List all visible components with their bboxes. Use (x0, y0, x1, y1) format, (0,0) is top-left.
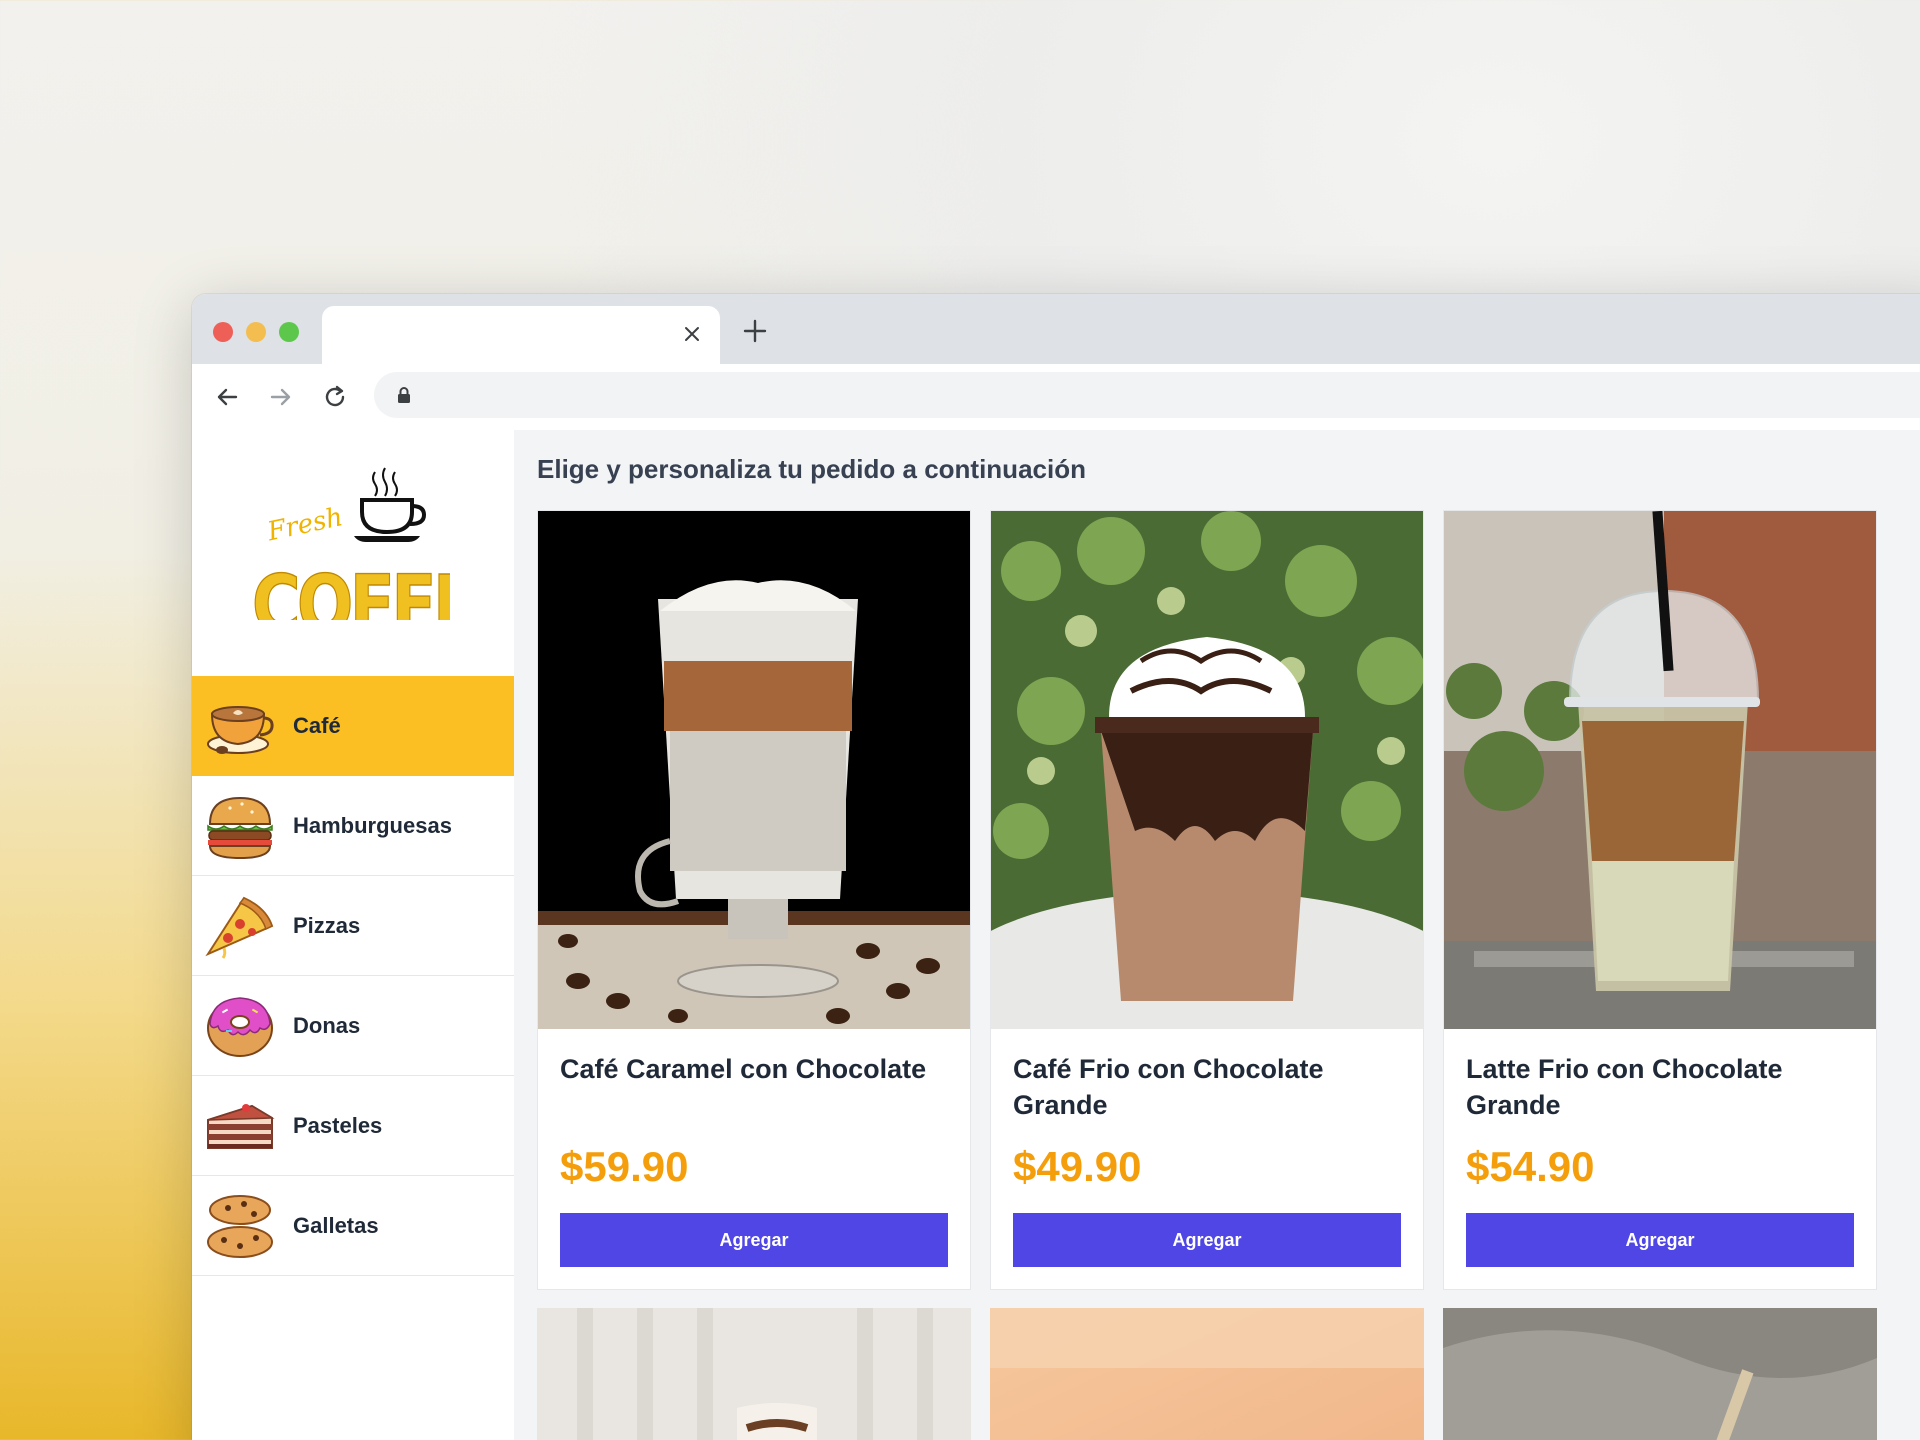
category-item-pasteles[interactable]: Pasteles (192, 1076, 514, 1176)
add-to-order-button[interactable]: Agregar (1013, 1213, 1401, 1267)
product-price: $59.90 (560, 1143, 689, 1190)
product-area: Elige y personaliza tu pedido a continua… (514, 430, 1920, 1440)
address-bar[interactable] (374, 372, 1920, 418)
category-item-cafe[interactable]: Café (192, 676, 514, 776)
add-to-order-button[interactable]: Agregar (1466, 1213, 1854, 1267)
category-label: Galletas (293, 1212, 379, 1238)
browser-toolbar (192, 364, 1920, 430)
product-name: Café Caramel con Chocolate (560, 1054, 927, 1084)
category-item-galletas[interactable]: Galletas (192, 1176, 514, 1276)
donut-icon (207, 996, 273, 1057)
product-price: $54.90 (1466, 1143, 1595, 1190)
product-card: Café Frio con Chocolate Grande $49.90 Ag… (990, 510, 1424, 1290)
lock-icon (398, 387, 410, 403)
category-label: Donas (293, 1012, 361, 1038)
svg-text:COFFEE: COFFEE (252, 558, 450, 620)
svg-text:Fresh: Fresh (264, 502, 346, 547)
back-arrow-icon[interactable] (212, 382, 242, 412)
page-title: Elige y personaliza tu pedido a continua… (537, 454, 1086, 484)
product-card-partial (537, 1308, 971, 1440)
product-card: Latte Frio con Chocolate Grande $54.90 A… (1443, 510, 1877, 1290)
category-label: Café (293, 712, 341, 738)
product-image-partial-3 (1443, 1308, 1877, 1440)
product-price: $49.90 (1013, 1143, 1142, 1190)
tab-bar (192, 294, 1920, 364)
category-sidebar: Fresh COFFEE Café (192, 430, 514, 1440)
new-tab-icon[interactable] (740, 316, 770, 346)
maximize-window-button[interactable] (279, 322, 299, 342)
product-image-layered-latte (538, 511, 970, 1029)
product-card-partial (990, 1308, 1424, 1440)
pizza-slice-icon (205, 896, 274, 959)
browser-tab[interactable] (322, 306, 720, 364)
category-item-donas[interactable]: Donas (192, 976, 514, 1076)
product-image-partial-1 (537, 1308, 971, 1440)
close-tab-icon[interactable] (680, 322, 704, 346)
hamburger-icon (207, 796, 273, 859)
add-to-order-button[interactable]: Agregar (560, 1213, 948, 1267)
category-label: Pizzas (293, 912, 361, 938)
close-window-button[interactable] (213, 322, 233, 342)
product-image-iced-latte (1444, 511, 1876, 1029)
category-label: Hamburguesas (293, 812, 452, 838)
product-image-partial-2 (990, 1308, 1424, 1440)
fresh-coffee-logo: Fresh COFFEE (251, 467, 450, 620)
category-item-hamburguesas[interactable]: Hamburguesas (192, 776, 514, 876)
product-card-partial (1443, 1308, 1877, 1440)
cake-icon (207, 1103, 275, 1149)
product-image-chocolate-frappe (991, 511, 1423, 1029)
product-name: Latte Frio con Chocolate Grande (1466, 1054, 1783, 1120)
category-label: Pasteles (293, 1112, 383, 1138)
forward-arrow-icon[interactable] (266, 382, 296, 412)
category-item-pizzas[interactable]: Pizzas (192, 876, 514, 976)
product-card: Café Caramel con Chocolate $59.90 Agrega… (537, 510, 971, 1290)
product-name: Café Frio con Chocolate Grande (1013, 1054, 1324, 1120)
cookies-icon (207, 1194, 273, 1258)
browser-window: Fresh COFFEE Café (192, 294, 1920, 1440)
page-content: Fresh COFFEE Café (192, 430, 1920, 1440)
coffee-cup-icon (207, 705, 274, 754)
minimize-window-button[interactable] (246, 322, 266, 342)
reload-icon[interactable] (320, 382, 350, 412)
